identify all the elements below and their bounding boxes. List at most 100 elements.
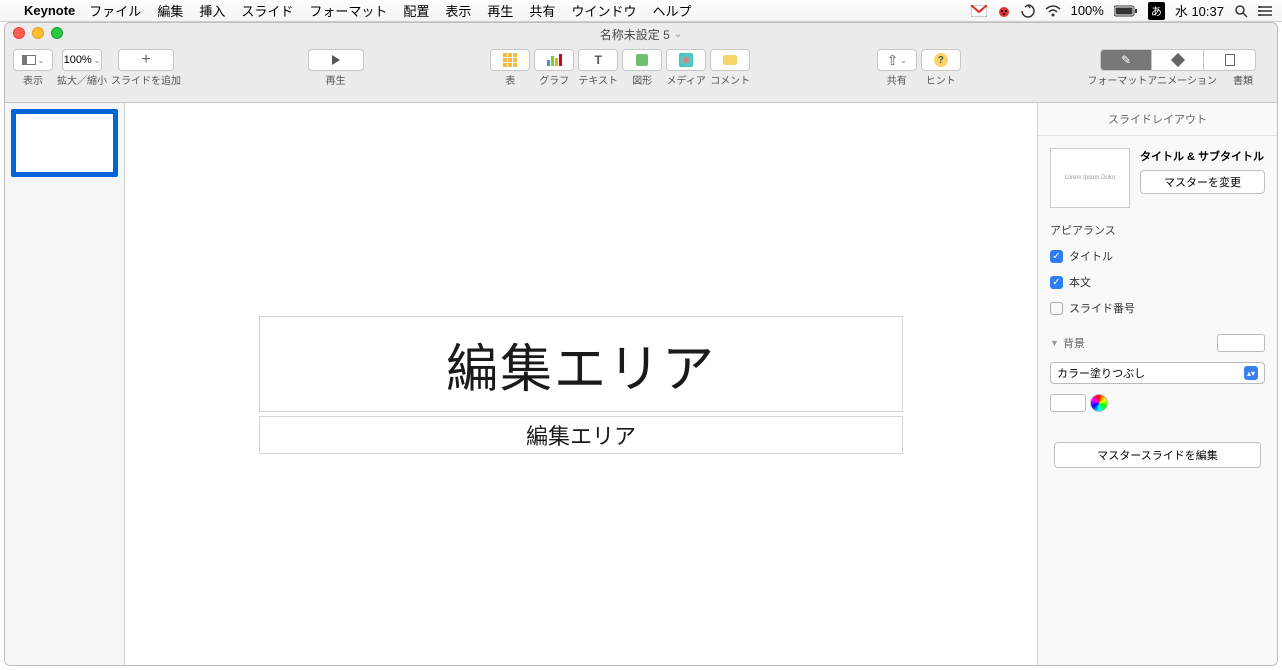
menu-play[interactable]: 再生 [487,1,513,20]
sync-icon[interactable] [1021,4,1035,18]
zoom-window-button[interactable] [51,27,63,39]
menu-arrange[interactable]: 配置 [403,1,429,20]
shape-button[interactable] [622,49,662,71]
table-button[interactable] [490,49,530,71]
menu-share[interactable]: 共有 [529,1,555,20]
play-button[interactable] [308,49,364,71]
status-area: 100% あ 水 10:37 [971,1,1272,20]
add-slide-label: スライドを追加 [111,72,181,87]
layout-name: タイトル & サブタイトル [1140,148,1265,164]
disclosure-triangle-icon[interactable]: ▼ [1050,338,1059,348]
gmail-icon[interactable] [971,5,987,17]
slide-navigator[interactable]: 1 [5,103,125,665]
battery-icon[interactable] [1114,5,1138,17]
zoom-value: 100% [64,54,92,66]
background-well[interactable] [1217,334,1265,352]
format-tab-label: フォーマット [1087,72,1147,87]
menu-extras-icon[interactable] [1258,5,1272,17]
system-menubar: Keynote ファイル 編集 挿入 スライド フォーマット 配置 表示 再生 … [0,0,1282,22]
play-label: 再生 [326,72,346,87]
comment-icon [723,55,737,65]
fill-type-value: カラー塗りつぶし [1057,365,1145,381]
document-tab-label: 書類 [1217,72,1269,87]
format-inspector: スライドレイアウト Lorem Ipsum Dolor タイトル & サブタイト… [1037,103,1277,665]
document-tab[interactable] [1204,49,1256,71]
document-menu-chevron-icon[interactable]: ⌄ [674,29,682,40]
shape-label: 図形 [632,72,652,87]
shape-icon [636,54,648,66]
slidenum-checkbox[interactable] [1050,302,1063,315]
slidenum-checkbox-label: スライド番号 [1069,300,1135,316]
view-button[interactable]: ⌄ [13,49,53,71]
text-icon: T [595,53,602,67]
window-titlebar: 名称未設定 5 ⌄ [5,23,1277,45]
spotlight-icon[interactable] [1234,4,1248,18]
format-tab[interactable]: ✎ [1100,49,1152,71]
menu-format[interactable]: フォーマット [309,1,387,20]
text-button[interactable]: T [578,49,618,71]
add-slide-button[interactable]: + [118,49,174,71]
menu-insert[interactable]: 挿入 [199,1,225,20]
document-icon [1225,54,1235,66]
change-master-button[interactable]: マスターを変更 [1140,170,1265,194]
select-arrows-icon: ▴▾ [1244,366,1258,380]
menu-edit[interactable]: 編集 [157,1,183,20]
app-menu[interactable]: Keynote [24,3,75,18]
table-icon [503,53,517,67]
media-button[interactable] [666,49,706,71]
comment-button[interactable] [710,49,750,71]
ime-indicator[interactable]: あ [1148,2,1165,20]
plus-icon: + [141,51,150,69]
share-icon: ⇧ [887,52,899,69]
hint-label: ヒント [926,72,956,87]
title-placeholder[interactable]: 編集エリア [259,316,903,412]
media-label: メディア [667,72,706,87]
color-picker-button[interactable] [1090,394,1108,412]
close-window-button[interactable] [13,27,25,39]
slide[interactable]: 編集エリア 編集エリア [195,158,967,592]
keynote-window: 名称未設定 5 ⌄ ⌄ 表示 100%⌄ 拡大／縮小 + スライドを追加 再生 … [4,22,1278,666]
diamond-icon [1171,53,1185,67]
animation-tab[interactable] [1152,49,1204,71]
inspector-header: スライドレイアウト [1038,103,1277,136]
view-icon [22,55,36,65]
body-checkbox[interactable]: ✓ [1050,276,1063,289]
view-label: 表示 [23,72,43,87]
subtitle-placeholder[interactable]: 編集エリア [259,416,903,454]
share-label: 共有 [887,72,907,87]
chart-button[interactable] [534,49,574,71]
comment-label: コメント [710,72,750,87]
menu-window[interactable]: ウインドウ [571,1,636,20]
edit-master-button[interactable]: マスタースライドを編集 [1054,442,1261,468]
slide-number: 1 [18,161,24,172]
clock[interactable]: 水 10:37 [1175,1,1224,20]
table-label: 表 [505,72,515,87]
wifi-icon[interactable] [1045,5,1061,17]
color-swatch[interactable] [1050,394,1086,412]
play-icon [332,55,340,65]
chart-label: グラフ [539,72,569,87]
ladybug-icon[interactable] [997,4,1011,18]
background-section-label: 背景 [1063,335,1085,351]
title-checkbox-label: タイトル [1069,248,1113,264]
menu-file[interactable]: ファイル [89,1,141,20]
menu-help[interactable]: ヘルプ [652,1,691,20]
zoom-label: 拡大／縮小 [57,72,107,87]
zoom-button[interactable]: 100%⌄ [62,49,102,71]
title-text: 編集エリア [446,327,716,402]
menu-view[interactable]: 表示 [445,1,471,20]
document-title[interactable]: 名称未設定 5 [600,26,670,43]
media-icon [679,53,693,67]
title-checkbox[interactable]: ✓ [1050,250,1063,263]
subtitle-text: 編集エリア [526,419,636,451]
fill-type-select[interactable]: カラー塗りつぶし ▴▾ [1050,362,1265,384]
slide-canvas[interactable]: 編集エリア 編集エリア [125,103,1037,665]
hint-icon: ? [934,53,948,67]
animation-tab-label: アニメーション [1147,72,1217,87]
brush-icon: ✎ [1121,53,1131,67]
share-button[interactable]: ⇧⌄ [877,49,917,71]
slide-thumbnail-1[interactable]: 1 [11,109,118,177]
menu-slide[interactable]: スライド [241,1,293,20]
minimize-window-button[interactable] [32,27,44,39]
hint-button[interactable]: ? [921,49,961,71]
